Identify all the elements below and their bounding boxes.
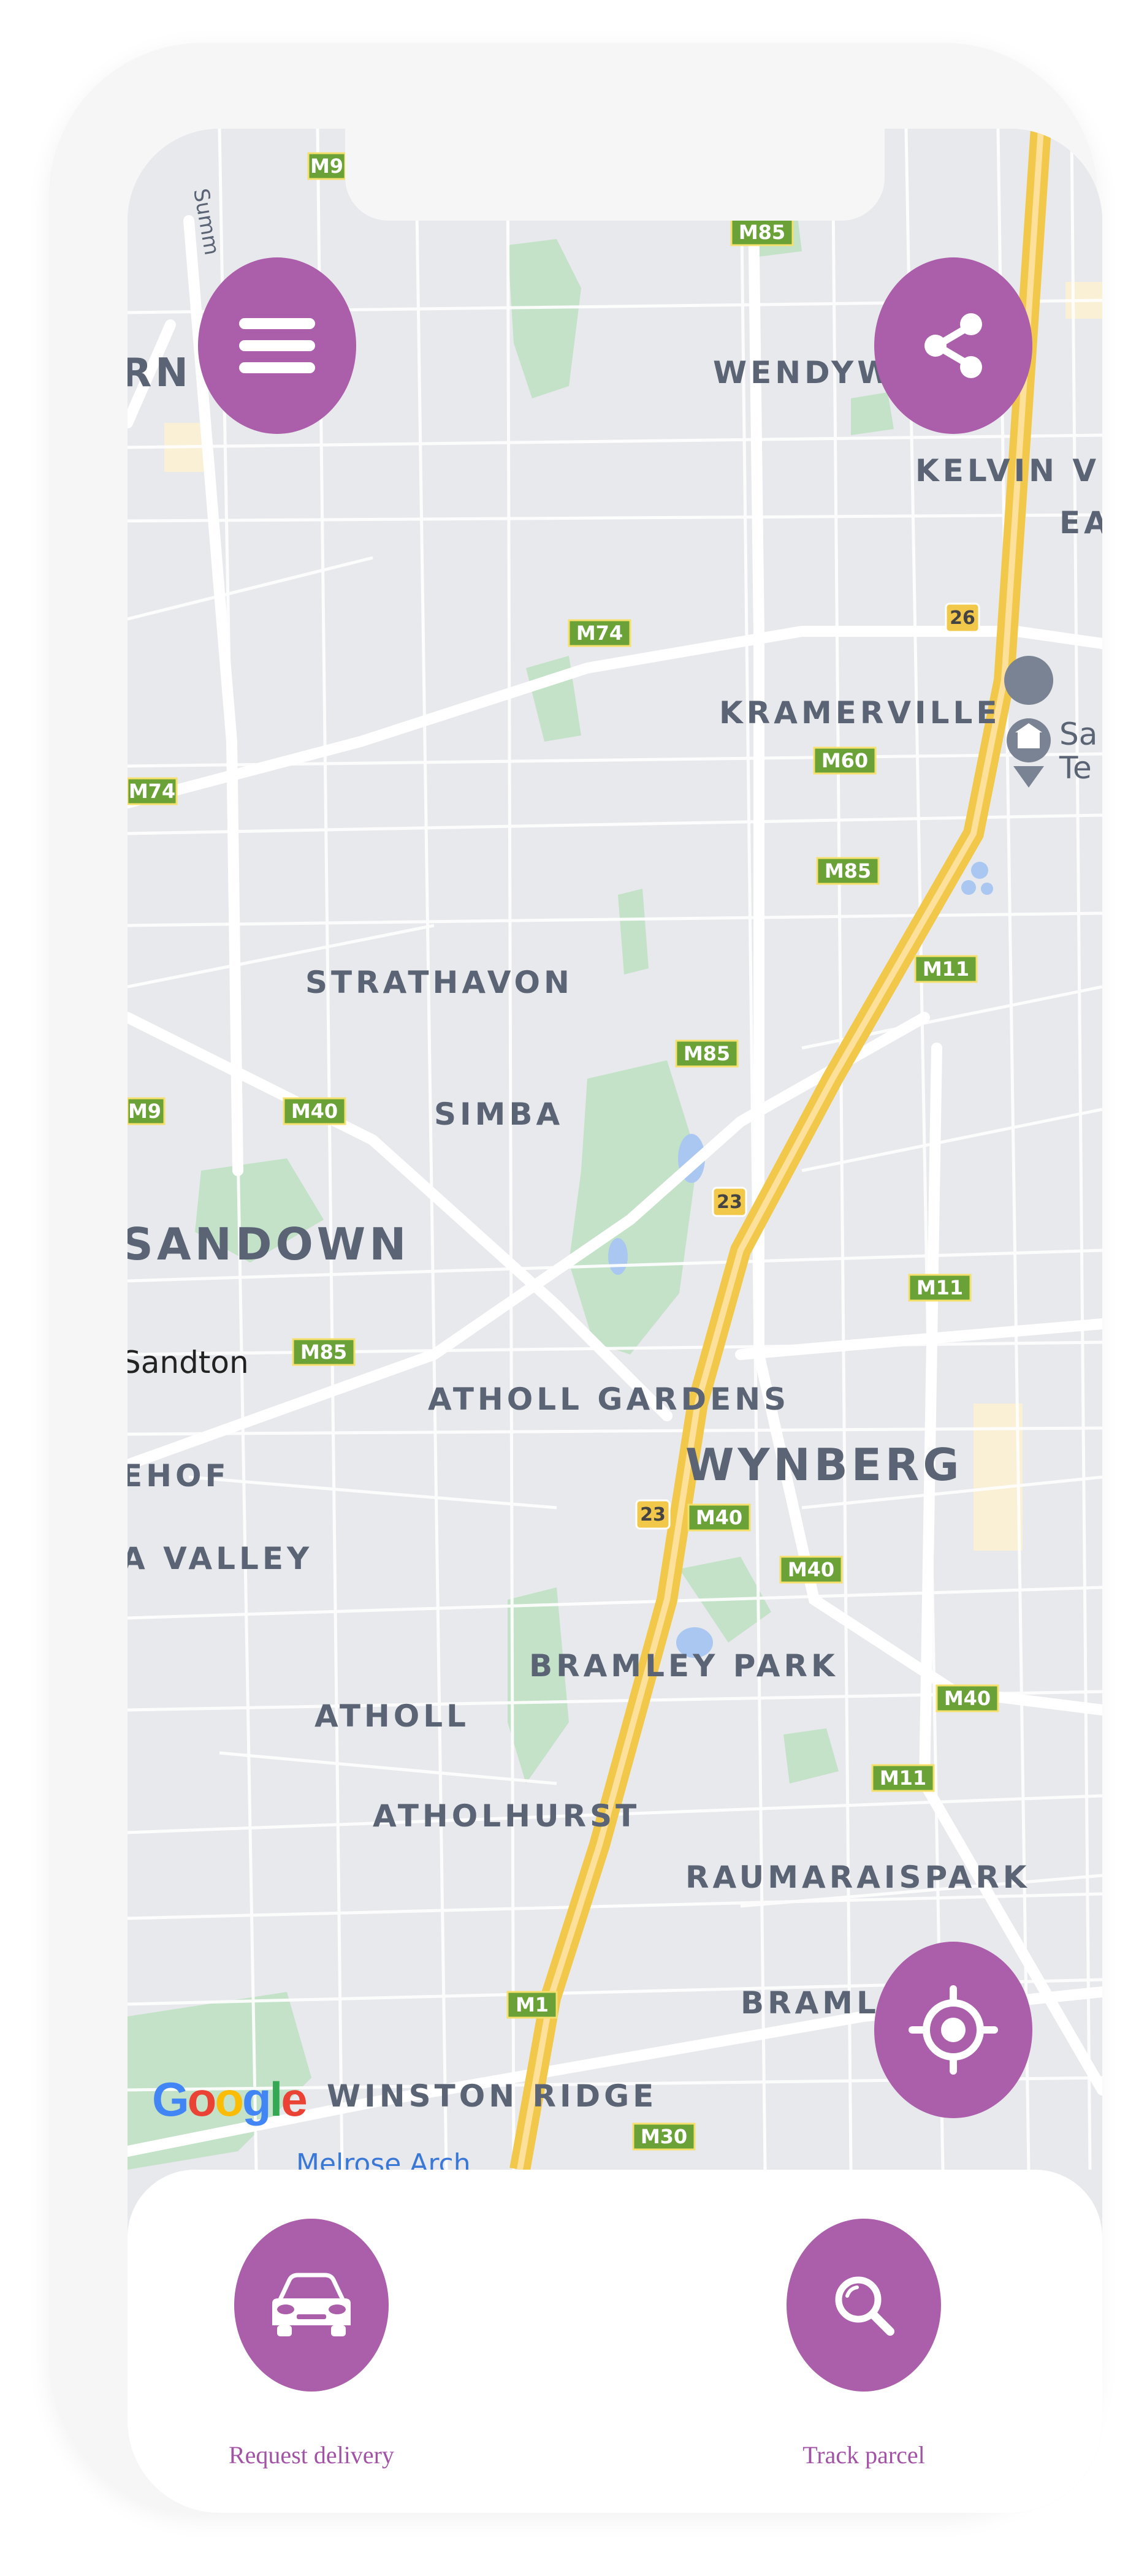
road-shield: M11 [908,1274,972,1302]
area-label: EA [1059,505,1102,541]
google-logo: Google [152,2072,308,2126]
road-shield: M1 [506,1991,558,2019]
app-screen: M9 M85 M74 M74 M60 M85 M11 M85 M9 M40 M1… [128,129,1102,2513]
svg-text:M11: M11 [916,1276,963,1299]
track-parcel-button[interactable]: Track parcel [787,2219,941,2469]
svg-text:M40: M40 [696,1506,742,1529]
water-body [608,1238,628,1275]
area-label: SANDOWN [128,1218,410,1270]
share-icon [924,313,982,378]
road-shield: M11 [871,1764,935,1792]
request-delivery-label[interactable]: Request delivery [229,2441,394,2469]
bottom-action-sheet: Request delivery Track parcel [128,2170,1102,2513]
svg-text:23: 23 [640,1504,666,1525]
area-label: STRATHAVON [305,965,573,1000]
water-body [961,880,976,895]
svg-text:26: 26 [950,607,975,629]
road-shield: M85 [292,1338,356,1366]
svg-text:M11: M11 [880,1766,926,1790]
area-label: SIMBA [434,1096,563,1132]
svg-text:M74: M74 [129,780,175,803]
phone-frame: M9 M85 M74 M74 M60 M85 M11 M85 M9 M40 M1… [49,43,1102,2513]
area-label: EHOF [128,1458,230,1494]
search-icon [835,2276,894,2336]
road-shield: M30 [632,2122,696,2151]
road-shield: M40 [283,1097,346,1125]
svg-text:M9: M9 [128,1100,161,1123]
road-shield: M60 [813,747,877,775]
area-label: RAUMARAISPARK [685,1860,1031,1895]
road-shield: M40 [936,1684,999,1712]
crosshair-icon [909,1985,998,2075]
map-view[interactable]: M9 M85 M74 M74 M60 M85 M11 M85 M9 M40 M1… [128,129,1102,2513]
area-label: ATHOLL [314,1698,470,1734]
svg-text:M85: M85 [300,1340,347,1364]
svg-text:M85: M85 [825,859,871,883]
svg-text:M40: M40 [291,1100,338,1123]
area-label: WYNBERG [685,1439,962,1491]
area-label: BRAML [741,1985,880,2021]
locate-me-button[interactable] [874,1942,1032,2118]
area-label: WINSTON RIDGE [327,2078,657,2114]
svg-text:M40: M40 [788,1558,834,1581]
area-label: ATHOLHURST [373,1798,640,1834]
svg-text:M74: M74 [576,621,623,645]
road-shield: M40 [687,1503,751,1532]
area-label: A VALLEY [128,1541,313,1576]
area-label: BRAMLEY PARK [529,1648,839,1684]
road-shield: M85 [816,857,880,885]
place-label: Sandton [128,1345,249,1380]
commercial-zone [974,1404,1023,1551]
svg-text:M9: M9 [310,154,343,178]
road-shield: M40 [779,1556,843,1584]
svg-text:M1: M1 [516,1993,549,2016]
area-label: WENDYW [713,355,894,390]
road-shield: M11 [914,955,978,983]
water-body [971,862,988,879]
highway-shield: 26 [945,602,980,633]
menu-button[interactable] [198,257,356,434]
svg-text:M11: M11 [923,957,969,981]
highway-shield: 23 [635,1499,671,1530]
road-shield: M9 [128,1097,166,1125]
svg-text:M85: M85 [684,1042,730,1065]
svg-text:M85: M85 [739,221,785,244]
track-parcel-label[interactable]: Track parcel [802,2441,925,2469]
hamburger-menu-icon [239,318,315,373]
svg-text:M30: M30 [641,2125,687,2148]
share-button[interactable] [874,257,1032,434]
road-shield: M74 [568,619,631,647]
phone-notch [345,129,885,221]
highway-shield: 23 [712,1187,747,1217]
car-icon [272,2273,351,2336]
road-shield: M85 [675,1039,739,1068]
track-parcel-icon-circle[interactable] [787,2219,941,2392]
svg-text:23: 23 [717,1191,742,1213]
area-label: KELVIN VI [915,453,1102,488]
request-delivery-icon-circle[interactable] [234,2219,389,2392]
svg-text:M60: M60 [821,749,868,772]
park-area [851,392,894,435]
road-shield: M9 [307,152,346,180]
road-shield: M85 [730,218,794,246]
svg-text:M40: M40 [944,1687,991,1710]
area-label: ATHOLL GARDENS [428,1381,790,1417]
area-label: KRAMERVILLE [719,695,1001,731]
water-body [981,883,993,895]
request-delivery-button[interactable]: Request delivery [229,2219,394,2469]
road-shield: M74 [128,777,178,805]
